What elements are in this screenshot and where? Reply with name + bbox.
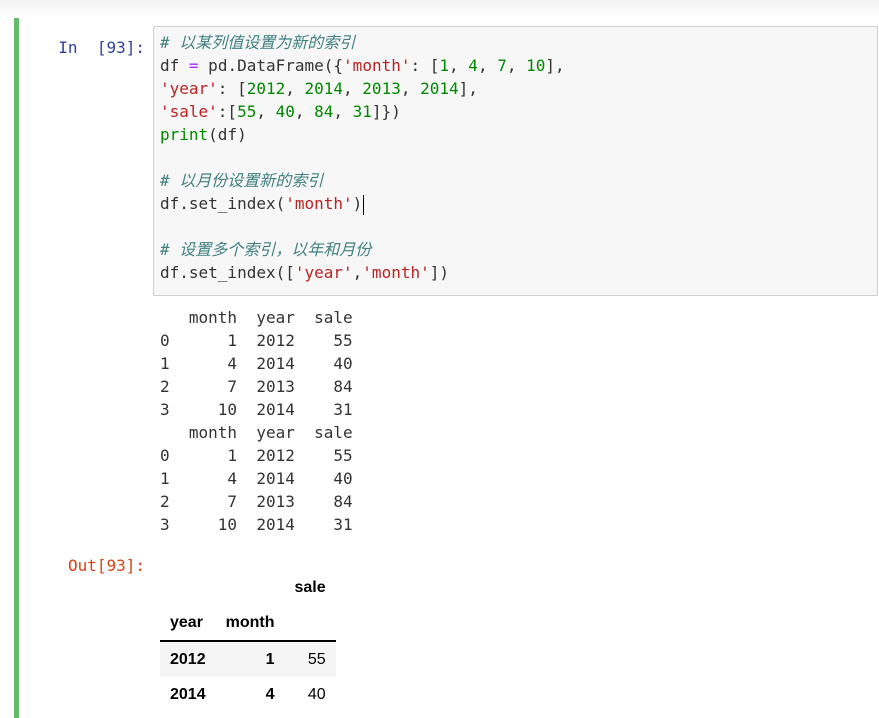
code-token: 31: [352, 102, 372, 121]
code-line[interactable]: 'year': [2012, 2014, 2013, 2014],: [160, 77, 478, 100]
code-token: 2014: [304, 79, 344, 98]
code-line[interactable]: df = pd.DataFrame({'month': [1, 4, 7, 10…: [160, 54, 565, 77]
code-token: ,: [333, 102, 353, 121]
code-token: ,: [477, 56, 498, 75]
code-token: 'month': [362, 263, 430, 282]
stdout-line: 3 10 2014 31: [160, 400, 353, 419]
code-token: ,: [256, 102, 276, 121]
table-row: 2014 4 40: [160, 677, 336, 712]
code-token: 2012: [246, 79, 286, 98]
code-line[interactable]: 'sale':[55, 40, 84, 31]}): [160, 100, 401, 123]
code-token: ,: [294, 102, 315, 121]
input-prompt: In [93]:: [58, 38, 145, 57]
notebook-code-cell[interactable]: In [93]: # 以某列值设置为新的索引 df = pd.DataFrame(…: [14, 18, 879, 718]
code-token: 84: [314, 102, 334, 121]
code-token: df: [160, 56, 189, 75]
stdout-line: 2 7 2013 84: [160, 492, 353, 511]
code-token: # 以某列值设置为新的索引: [160, 33, 356, 52]
code-token: # 设置多个索引，以年和月份: [160, 240, 372, 259]
table-cell: 40: [307, 685, 326, 703]
code-token: 40: [275, 102, 295, 121]
code-line[interactable]: # 以月份设置新的索引: [160, 169, 323, 192]
code-token: 4: [468, 56, 478, 75]
code-token: 55: [237, 102, 257, 121]
code-token: ,: [400, 79, 421, 98]
stdout-line: month year sale: [160, 308, 353, 327]
table-index-cell: 4: [265, 685, 275, 703]
code-token: ],: [458, 79, 478, 98]
table-column-header: sale: [294, 578, 326, 596]
table-index-header-row: year month: [160, 605, 336, 642]
code-token: ,: [285, 79, 305, 98]
code-token: 7: [497, 56, 507, 75]
stdout-line: month year sale: [160, 423, 353, 442]
code-token: # 以月份设置新的索引: [160, 171, 324, 190]
code-token: 10: [526, 56, 546, 75]
table-row: 2012 1 55: [160, 641, 336, 677]
table-cell: 55: [307, 650, 326, 668]
code-token: df.set_index(: [160, 194, 286, 213]
code-token: 'sale': [160, 102, 218, 121]
stdout-line: 2 7 2013 84: [160, 377, 353, 396]
table-index-cell: 2012: [170, 650, 206, 668]
code-line[interactable]: print(df): [160, 123, 247, 146]
code-token: ,: [449, 56, 469, 75]
code-line[interactable]: df.set_index(['year','month']): [160, 261, 449, 284]
stdout-output: month year sale 0 1 2012 55 1 4 2014 40 2 7…: [160, 306, 353, 536]
notebook-top-edge: [0, 0, 879, 16]
code-token: 'year': [294, 263, 353, 282]
table-index-header: month: [215, 605, 285, 642]
code-token: 2014: [420, 79, 459, 98]
table-index-cell: 2014: [170, 685, 206, 703]
code-line[interactable]: # 以某列值设置为新的索引: [160, 31, 355, 54]
code-token: 2013: [362, 79, 401, 98]
code-token: 'year': [160, 79, 218, 98]
code-token: ,: [506, 56, 527, 75]
code-token: : [: [217, 79, 247, 98]
code-token: (df): [208, 125, 247, 144]
stdout-line: 0 1 2012 55: [160, 446, 353, 465]
stdout-line: 3 10 2014 31: [160, 515, 353, 534]
code-token: : [: [410, 56, 440, 75]
stdout-line: 0 1 2012 55: [160, 331, 353, 350]
code-token: ,: [352, 263, 363, 282]
stdout-line: 1 4 2014 40: [160, 469, 353, 488]
table-empty-header: [284, 605, 336, 642]
text-cursor: [363, 194, 365, 215]
code-token: ],: [545, 56, 565, 75]
table-index-cell: 1: [265, 650, 275, 668]
code-token: ): [352, 194, 363, 213]
code-token: 'month': [343, 56, 411, 75]
code-editor[interactable]: # 以某列值设置为新的索引 df = pd.DataFrame({'month':…: [153, 26, 878, 296]
code-token: pd.DataFrame({: [198, 56, 344, 75]
code-token: =: [188, 56, 199, 75]
code-token: ,: [343, 79, 363, 98]
table-index-header: year: [160, 605, 216, 642]
table-empty-header: [216, 570, 285, 605]
code-token: 1: [439, 56, 450, 75]
stdout-line: 1 4 2014 40: [160, 354, 353, 373]
table-empty-header: [160, 570, 216, 605]
table-header-row: sale: [160, 570, 336, 605]
code-token: 'month': [285, 194, 353, 213]
code-line[interactable]: # 设置多个索引，以年和月份: [160, 238, 371, 261]
code-token: :[: [217, 102, 238, 121]
code-token: ]}): [371, 102, 401, 121]
code-line[interactable]: df.set_index('month'): [160, 192, 365, 215]
code-token: print: [160, 125, 209, 144]
dataframe-output-table: sale year month 2012 1 55 2014 4 40: [160, 570, 336, 712]
code-token: df.set_index([: [160, 263, 295, 282]
code-token: ]): [429, 263, 449, 282]
output-prompt: Out[93]:: [67, 556, 145, 575]
